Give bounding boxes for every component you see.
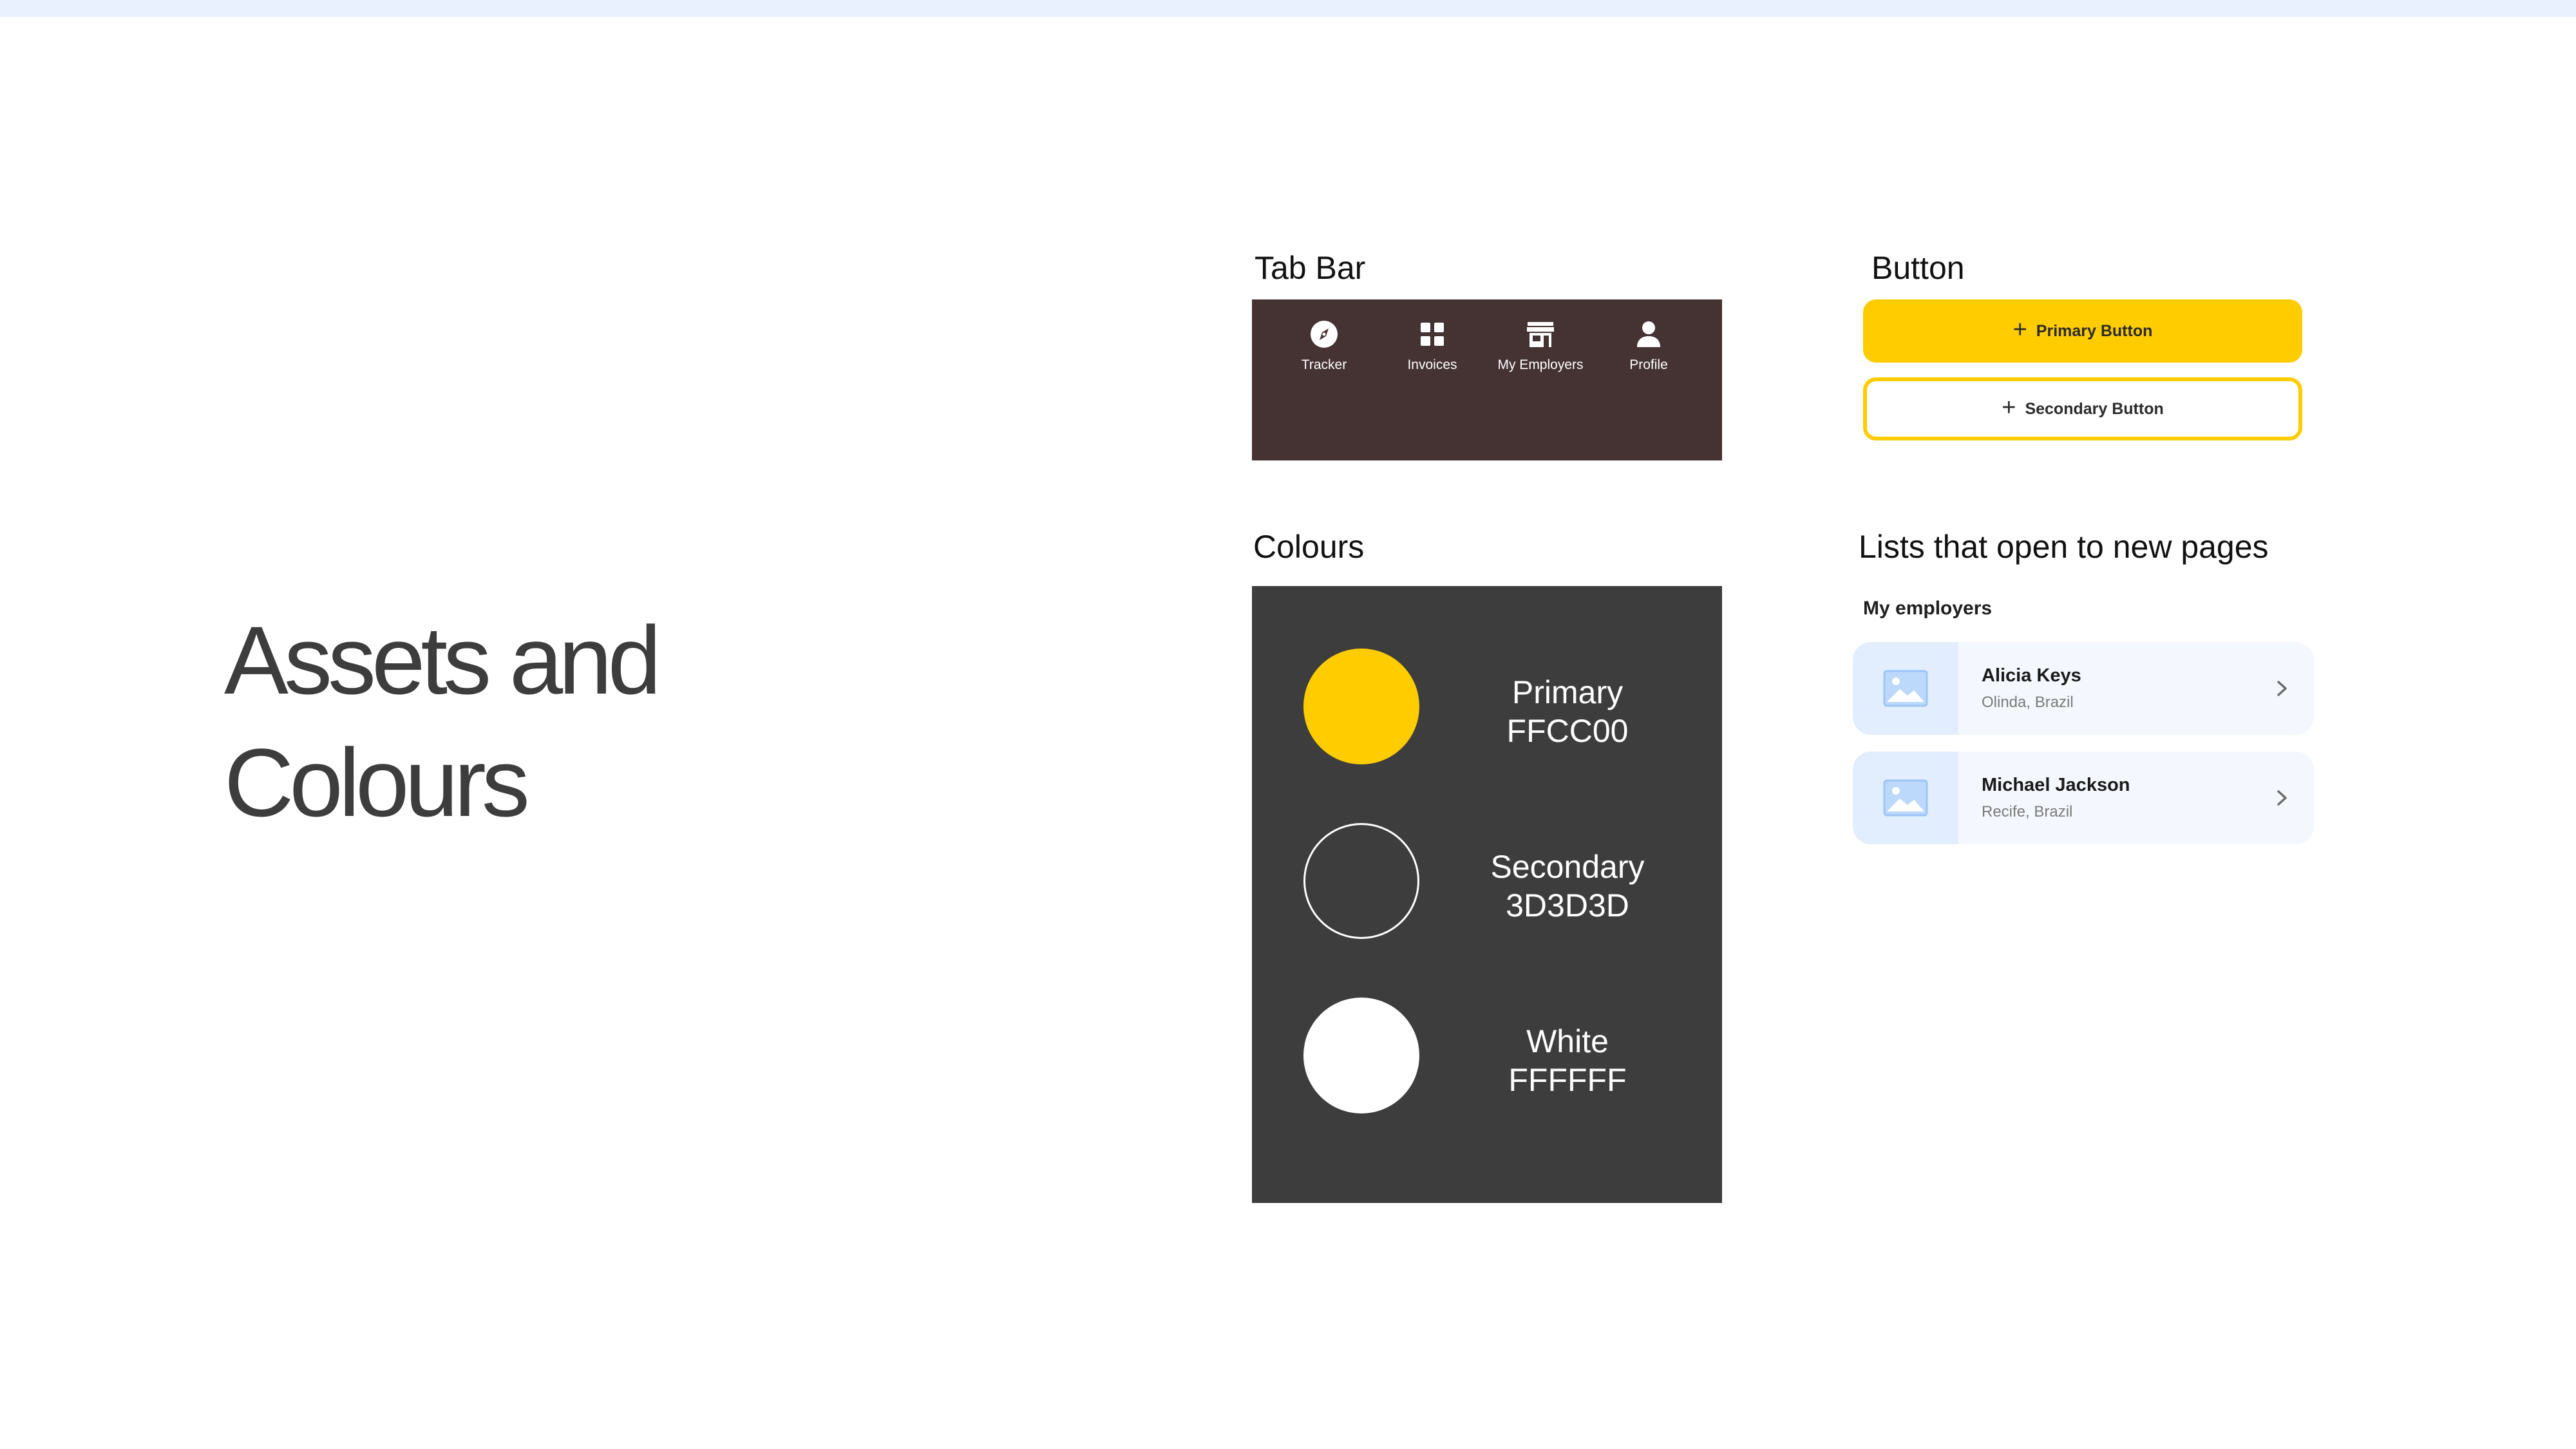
list-heading: My employers (1863, 598, 1993, 619)
colour-name: Primary (1511, 674, 1624, 710)
list-item-name: Michael Jackson (1982, 775, 2130, 795)
top-bar (0, 0, 2576, 17)
list-item-thumbnail (1853, 752, 1958, 844)
compass-icon (1311, 321, 1338, 348)
chevron-right-icon (2277, 790, 2287, 806)
colour-swatch-primary-row: Primary FFCC00 (1303, 649, 1690, 764)
secondary-button[interactable]: + Secondary Button (1863, 377, 2302, 440)
colour-swatch-white-text: White FFFFFF (1452, 1022, 1683, 1099)
list-item[interactable]: Michael Jackson Recife, Brazil (1853, 752, 2314, 844)
colours-section-title: Colours (1253, 529, 1365, 565)
list-item-location: Recife, Brazil (1982, 803, 2073, 820)
store-icon (1527, 322, 1554, 347)
colour-hex: FFFFFF (1508, 1062, 1627, 1098)
primary-button-label: Primary Button (2036, 321, 2153, 340)
tab-tracker[interactable]: Tracker (1273, 319, 1376, 377)
plus-icon: + (2002, 394, 2016, 421)
tab-invoices[interactable]: Invoices (1381, 319, 1484, 377)
page-title-line-1: Assets and (224, 606, 661, 714)
tab-tracker-label: Tracker (1301, 357, 1347, 372)
colour-swatch-secondary-row: Secondary 3D3D3D (1303, 823, 1690, 939)
colour-swatch-white-row: White FFFFFF (1303, 998, 1690, 1113)
list-item-name: Alicia Keys (1982, 665, 2081, 686)
colours-panel: Primary FFCC00 Secondary 3D3D3D White FF… (1252, 586, 1722, 1203)
tab-bar: Tracker Invoices My Employers Profile (1252, 299, 1722, 460)
tab-profile-label: Profile (1629, 357, 1668, 372)
page-title-line-2: Colours (224, 728, 530, 837)
tab-bar-section-title: Tab Bar (1255, 250, 1366, 286)
list-item-location: Olinda, Brazil (1982, 694, 2074, 711)
colour-swatch-secondary (1303, 823, 1419, 939)
grid-icon (1421, 323, 1444, 346)
image-placeholder-icon (1883, 670, 1928, 707)
colour-hex: FFCC00 (1506, 713, 1629, 749)
colour-name: White (1526, 1023, 1609, 1059)
page-title: Assets and Colours (224, 599, 933, 844)
colour-swatch-secondary-text: Secondary 3D3D3D (1452, 848, 1683, 925)
tab-invoices-label: Invoices (1407, 357, 1457, 372)
colour-swatch-primary (1303, 649, 1419, 764)
lists-section-title: Lists that open to new pages (1859, 529, 2269, 565)
chevron-right-icon (2277, 681, 2287, 696)
tab-my-employers[interactable]: My Employers (1489, 319, 1592, 377)
colour-swatch-primary-text: Primary FFCC00 (1452, 673, 1683, 750)
button-section-title: Button (1871, 250, 1965, 286)
primary-button[interactable]: + Primary Button (1863, 299, 2302, 363)
image-placeholder-icon (1883, 779, 1928, 817)
colour-swatch-white (1303, 998, 1419, 1113)
secondary-button-label: Secondary Button (2025, 399, 2164, 418)
tab-my-employers-label: My Employers (1497, 357, 1584, 372)
tab-profile[interactable]: Profile (1597, 319, 1700, 377)
plus-icon: + (2012, 316, 2027, 343)
list-item-thumbnail (1853, 642, 1958, 735)
colour-hex: 3D3D3D (1506, 887, 1629, 923)
colour-name: Secondary (1490, 849, 1645, 885)
list-item[interactable]: Alicia Keys Olinda, Brazil (1853, 642, 2314, 735)
person-icon (1637, 321, 1660, 347)
